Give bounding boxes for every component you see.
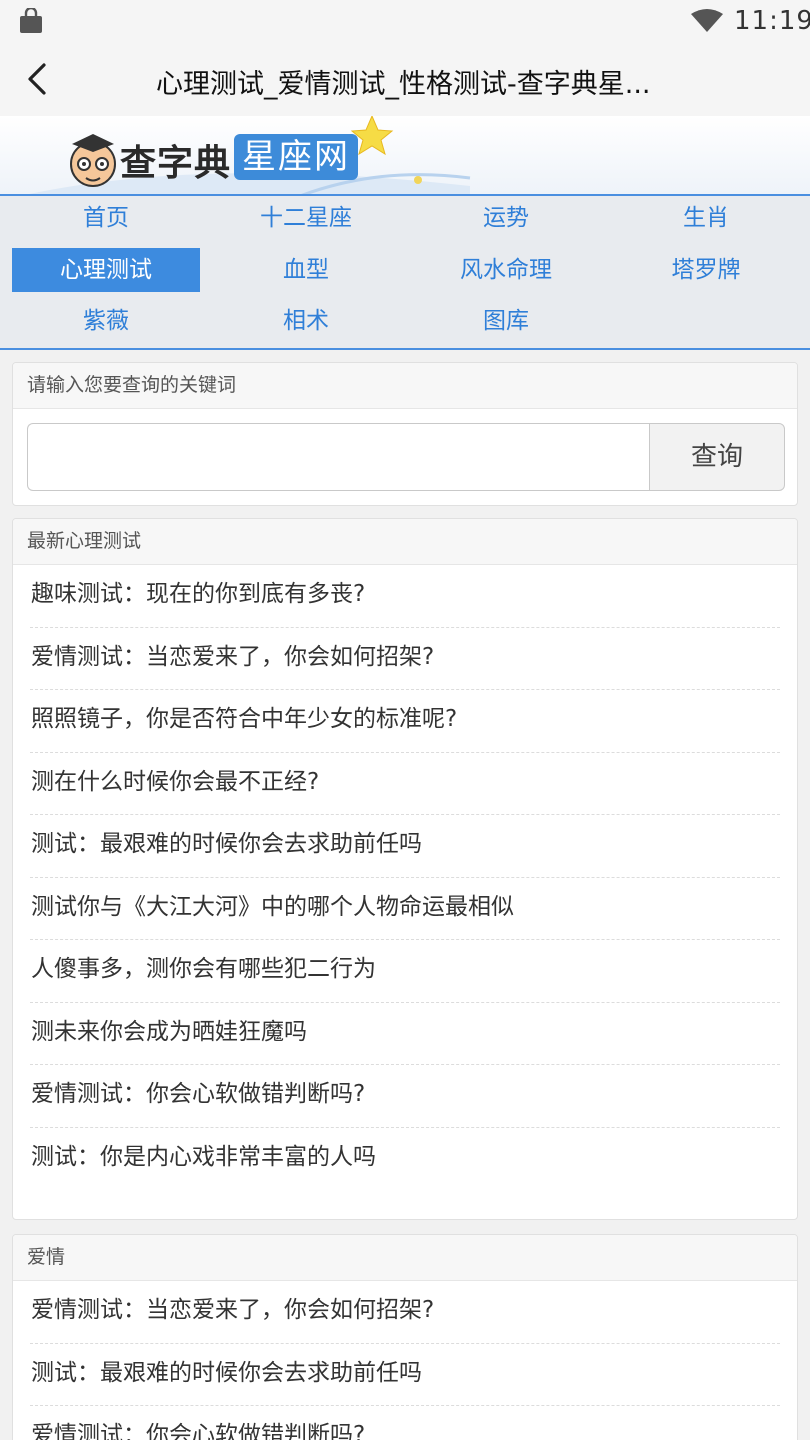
mascot-logo-icon [70, 134, 116, 187]
nav-item-chinese-zodiac[interactable]: 生肖 [612, 196, 800, 240]
section-title-love: 爱情 [13, 1235, 797, 1281]
logo-text: 查字典 [120, 143, 232, 184]
list-item[interactable]: 爱情测试：你会心软做错判断吗? [30, 1406, 780, 1440]
list-item[interactable]: 照照镜子，你是否符合中年少女的标准呢? [30, 690, 780, 753]
list-item[interactable]: 测在什么时候你会最不正经? [30, 753, 780, 815]
site-banner[interactable]: 查字典 星座网 [0, 116, 810, 196]
nav-item-fortune[interactable]: 运势 [412, 196, 600, 240]
search-header: 请输入您要查询的关键词 [13, 363, 797, 409]
list-item[interactable]: 测试：你是内心戏非常丰富的人吗 [30, 1128, 780, 1191]
search-row: 查询 [27, 423, 785, 491]
arrow-left-icon[interactable] [22, 62, 52, 96]
nav-item-blood-type[interactable]: 血型 [212, 248, 400, 292]
list-item[interactable]: 爱情测试：当恋爱来了，你会如何招架? [30, 628, 780, 690]
list-item[interactable]: 爱情测试：你会心软做错判断吗? [30, 1065, 780, 1128]
page-title: 心理测试_爱情测试_性格测试-查字典星... [156, 69, 651, 100]
nav-item-tarot[interactable]: 塔罗牌 [612, 248, 800, 292]
list-item[interactable]: 测试你与《大江大河》中的哪个人物命运最相似 [30, 878, 780, 940]
section-title-latest: 最新心理测试 [13, 519, 797, 565]
nav-item-physiognomy[interactable]: 相术 [212, 299, 400, 343]
nav-item-gallery[interactable]: 图库 [412, 299, 600, 343]
logo-badge: 星座网 [234, 134, 358, 180]
app-bar: 心理测试_爱情测试_性格测试-查字典星... [0, 44, 810, 116]
category-nav: 首页 十二星座 运势 生肖 心理测试 血型 风水命理 塔罗牌 紫薇 相术 图库 [0, 196, 810, 350]
love-tests-card: 爱情 爱情测试：当恋爱来了，你会如何招架? 测试：最艰难的时候你会去求助前任吗 … [12, 1234, 798, 1440]
list-item[interactable]: 爱情测试：当恋爱来了，你会如何招架? [30, 1281, 780, 1344]
list-item[interactable]: 测未来你会成为晒娃狂魔吗 [30, 1003, 780, 1065]
clock: 11:19 [734, 6, 810, 36]
nav-item-ziwei[interactable]: 紫薇 [12, 299, 200, 343]
nav-item-home[interactable]: 首页 [12, 196, 200, 240]
nav-item-psych-test[interactable]: 心理测试 [12, 248, 200, 292]
shopping-bag-icon [20, 8, 42, 33]
list-item[interactable]: 趣味测试：现在的你到底有多丧? [30, 565, 780, 628]
status-bar: 11:19 [0, 0, 810, 44]
list-item[interactable]: 人傻事多，测你会有哪些犯二行为 [30, 940, 780, 1003]
latest-tests-card: 最新心理测试 趣味测试：现在的你到底有多丧? 爱情测试：当恋爱来了，你会如何招架… [12, 518, 798, 1220]
search-card: 请输入您要查询的关键词 查询 [12, 362, 798, 506]
list-item[interactable]: 测试：最艰难的时候你会去求助前任吗 [30, 1344, 780, 1406]
nav-item-zodiac[interactable]: 十二星座 [212, 196, 400, 240]
list-item[interactable]: 测试：最艰难的时候你会去求助前任吗 [30, 815, 780, 878]
nav-item-fengshui[interactable]: 风水命理 [412, 248, 600, 292]
search-input[interactable] [27, 423, 651, 491]
wifi-icon [691, 9, 723, 32]
search-button[interactable]: 查询 [649, 423, 785, 491]
